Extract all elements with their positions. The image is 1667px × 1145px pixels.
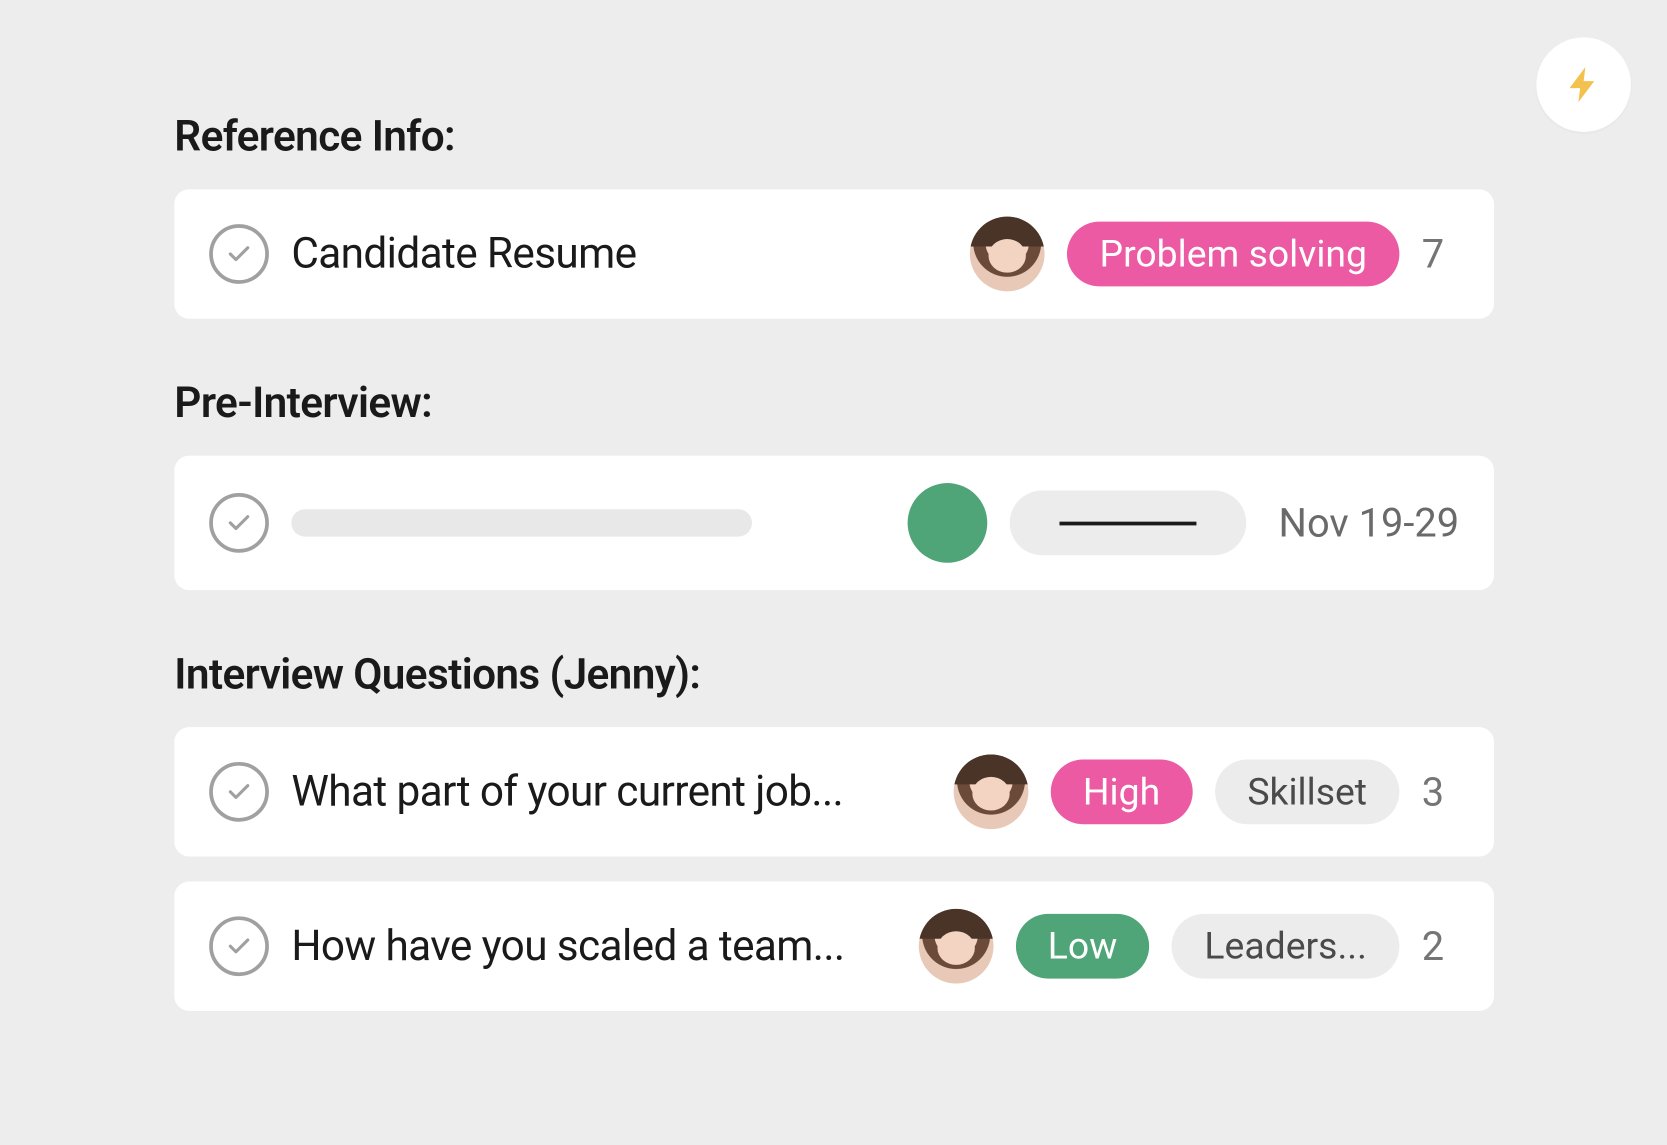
- task-row[interactable]: Candidate Resume Problem solving 7: [174, 189, 1494, 318]
- section-title: Pre-Interview:: [174, 378, 1494, 428]
- subtask-count: 2: [1422, 923, 1459, 970]
- task-row[interactable]: What part of your current job... High Sk…: [174, 727, 1494, 856]
- due-date[interactable]: Nov 19-29: [1279, 499, 1460, 546]
- tag-pill[interactable]: Leaders...: [1172, 914, 1399, 979]
- task-title: How have you scaled a team...: [291, 921, 896, 971]
- tag-placeholder: [1010, 491, 1247, 556]
- subtask-count: 3: [1422, 768, 1459, 815]
- section-pre-interview: Pre-Interview: Nov 19-29: [174, 378, 1494, 590]
- task-row[interactable]: Nov 19-29: [174, 456, 1494, 590]
- complete-checkbox[interactable]: [209, 762, 269, 822]
- lightning-button[interactable]: [1536, 37, 1631, 132]
- subtask-count: 7: [1422, 230, 1459, 277]
- complete-checkbox[interactable]: [209, 493, 269, 553]
- section-reference-info: Reference Info: Candidate Resume Problem…: [174, 112, 1494, 319]
- task-title-placeholder: [291, 509, 752, 536]
- complete-checkbox[interactable]: [209, 224, 269, 284]
- check-icon: [224, 777, 254, 807]
- task-title: What part of your current job...: [291, 767, 931, 817]
- task-list-container: Reference Info: Candidate Resume Problem…: [0, 0, 1667, 1145]
- assignee-avatar[interactable]: [918, 909, 993, 984]
- section-interview-questions: Interview Questions (Jenny): What part o…: [174, 650, 1494, 1011]
- assignee-avatar[interactable]: [970, 217, 1045, 292]
- tag-pill[interactable]: Problem solving: [1067, 222, 1399, 287]
- assignee-avatar[interactable]: [908, 483, 988, 563]
- task-row[interactable]: How have you scaled a team... Low Leader…: [174, 881, 1494, 1010]
- task-title: Candidate Resume: [291, 229, 947, 279]
- section-title: Reference Info:: [174, 112, 1494, 162]
- check-icon: [224, 508, 254, 538]
- lightning-icon: [1562, 63, 1604, 105]
- tag-pill[interactable]: Skillset: [1215, 759, 1399, 824]
- check-icon: [224, 931, 254, 961]
- check-icon: [224, 239, 254, 269]
- complete-checkbox[interactable]: [209, 916, 269, 976]
- section-title: Interview Questions (Jenny):: [174, 650, 1494, 700]
- tag-pill[interactable]: High: [1051, 759, 1193, 824]
- tag-pill[interactable]: Low: [1015, 914, 1149, 979]
- assignee-avatar[interactable]: [953, 754, 1028, 829]
